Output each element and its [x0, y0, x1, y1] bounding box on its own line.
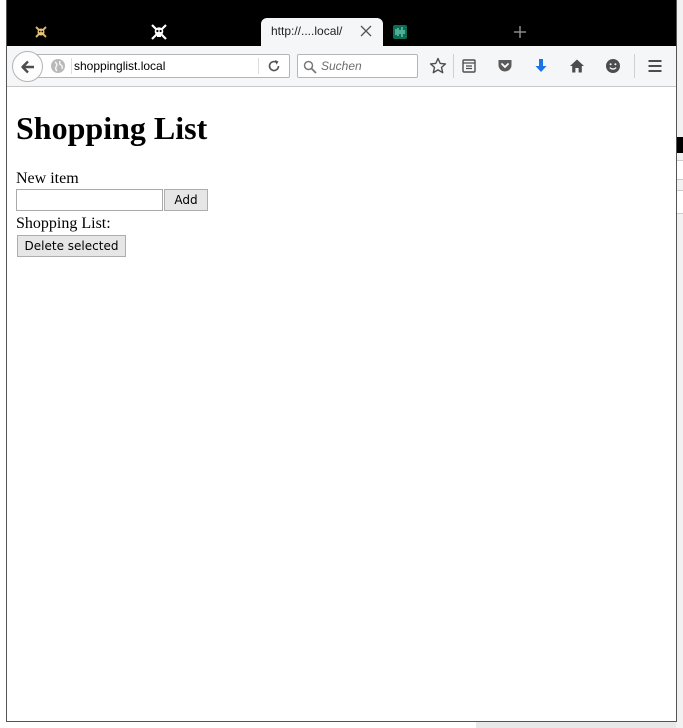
tab-4[interactable]	[389, 18, 499, 46]
smiley-icon[interactable]	[603, 56, 623, 76]
audio-wave-icon	[392, 24, 408, 40]
search-icon	[303, 59, 317, 74]
reading-list-icon[interactable]	[459, 56, 479, 76]
tab-title: http://....local/	[271, 24, 343, 38]
page-content: Shopping List New item Add Shopping List…	[7, 87, 676, 721]
tab-strip: http://....local/	[7, 0, 676, 46]
close-tab-icon[interactable]	[359, 23, 373, 37]
reload-icon[interactable]	[266, 58, 282, 74]
back-button[interactable]	[12, 51, 43, 82]
search-bar[interactable]	[297, 54, 418, 78]
new-item-input[interactable]	[16, 189, 163, 211]
new-item-label: New item	[16, 170, 79, 187]
back-arrow-icon	[20, 60, 34, 73]
navigation-toolbar	[7, 46, 676, 87]
plus-icon	[514, 26, 526, 38]
page-title: Shopping List	[16, 110, 208, 146]
pirate-skull-icon	[33, 24, 49, 40]
browser-window: http://....local/ shoppinglist.local Suc…	[6, 0, 677, 722]
search-input[interactable]	[321, 56, 413, 76]
url-bar[interactable]	[27, 54, 290, 78]
url-input[interactable]	[74, 56, 254, 76]
home-icon[interactable]	[567, 56, 587, 76]
hamburger-menu-icon[interactable]	[645, 56, 665, 76]
globe-icon	[50, 58, 66, 74]
bookmark-star-icon[interactable]	[428, 56, 448, 76]
add-button[interactable]: Add	[164, 189, 208, 211]
background-window-edge	[676, 0, 683, 728]
pocket-icon[interactable]	[495, 56, 515, 76]
delete-selected-button[interactable]: Delete selected	[17, 235, 126, 257]
new-tab-button[interactable]	[510, 22, 530, 42]
tab-active[interactable]: http://....local/	[261, 18, 383, 46]
skull-crossbones-icon	[151, 24, 167, 40]
tab-1[interactable]	[27, 18, 137, 46]
tab-2[interactable]	[143, 18, 253, 46]
download-arrow-icon[interactable]	[531, 56, 551, 76]
shopping-list-label: Shopping List:	[16, 215, 111, 232]
